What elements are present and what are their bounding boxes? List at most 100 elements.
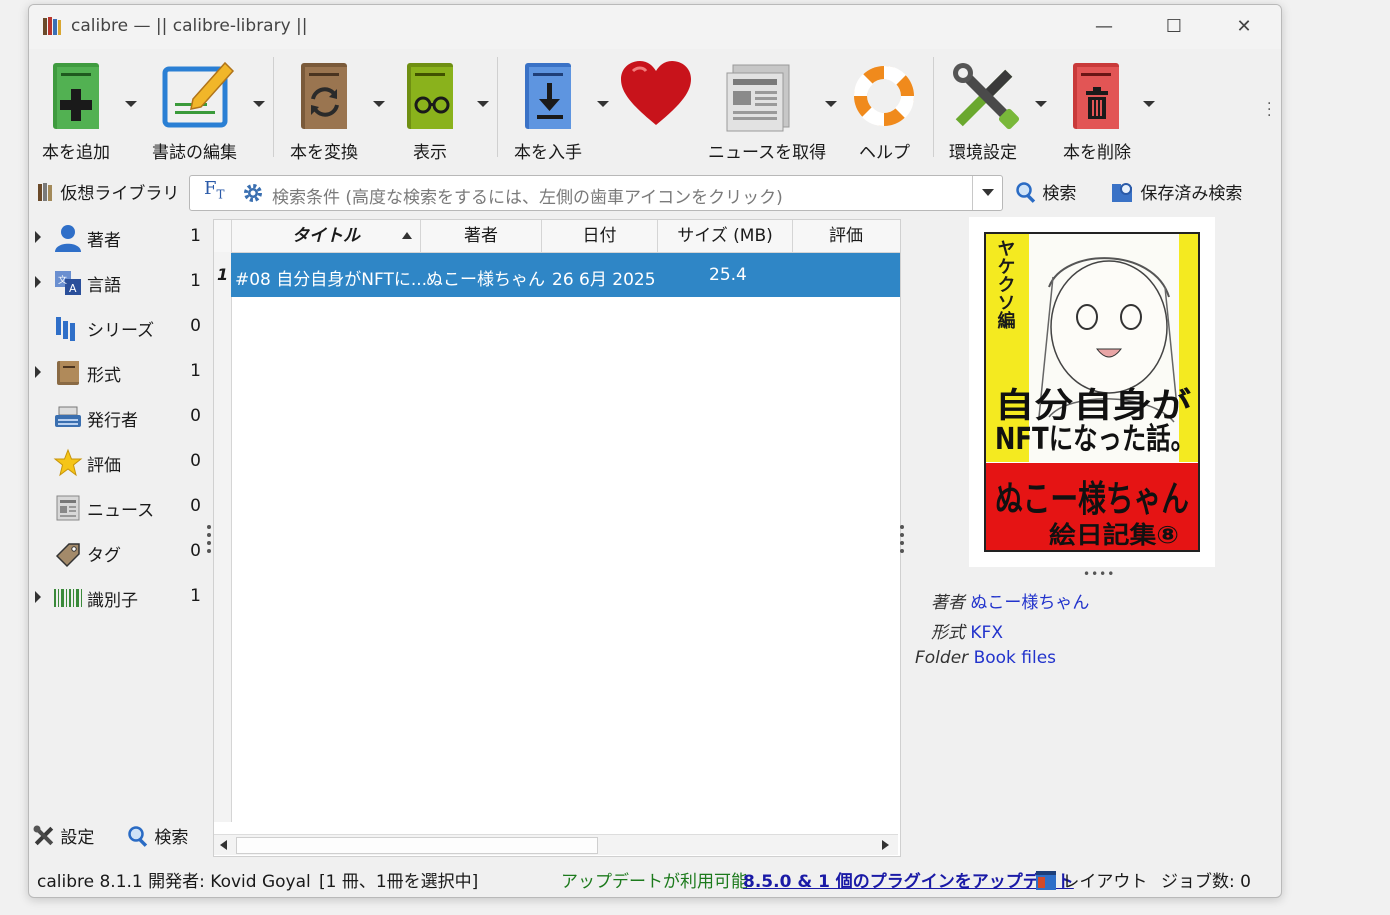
detail-folder-link[interactable]: Book files xyxy=(974,648,1056,668)
calibre-window: calibre — || calibre-library || — ☐ ✕ 本を… xyxy=(28,4,1282,898)
convert-menu-arrow[interactable] xyxy=(373,101,385,107)
column-header-author[interactable]: 著者 xyxy=(421,220,542,252)
help-button[interactable]: ヘルプ xyxy=(843,55,927,165)
table-row[interactable]: #08 自分自身がNFTに... ぬこー様ちゃん 26 6月 2025 25.4 xyxy=(231,253,900,297)
tag-item-news[interactable]: ニュース 0 xyxy=(29,487,207,527)
tag-item-identifiers[interactable]: 識別子 1 xyxy=(29,577,207,617)
status-update-link[interactable]: 8.5.0 & 1 個のプラグインをアップデート xyxy=(743,867,1074,892)
edit-metadata-label: 書誌の編集 xyxy=(152,143,237,163)
saved-searches-button[interactable]: 保存済み検索 xyxy=(1111,179,1242,204)
right-splitter-handle[interactable] xyxy=(900,525,904,557)
tools-icon xyxy=(33,825,54,846)
series-icon xyxy=(56,317,75,341)
detail-author-row: 著者 ぬこー様ちゃん xyxy=(931,588,1089,613)
add-book-icon xyxy=(53,63,99,129)
remove-book-label: 本を削除 xyxy=(1063,143,1131,163)
tag-item-rating[interactable]: 評価 0 xyxy=(29,442,207,482)
tag-icon xyxy=(55,543,80,568)
saved-searches-label: 保存済み検索 xyxy=(1140,184,1243,204)
virtual-library-button[interactable]: 仮想ライブラリ xyxy=(37,179,179,204)
maximize-button[interactable]: ☐ xyxy=(1151,13,1197,41)
toolbar-separator xyxy=(933,57,934,157)
sort-ascending-icon xyxy=(402,232,412,239)
search-button[interactable]: 検索 xyxy=(1015,179,1076,204)
view-menu-arrow[interactable] xyxy=(477,101,489,107)
column-header-size[interactable]: サイズ (MB) xyxy=(658,220,793,252)
preferences-button[interactable]: 環境設定 xyxy=(943,55,1029,165)
scroll-right-icon[interactable] xyxy=(882,840,889,850)
cell-size: 25.4 xyxy=(709,265,747,285)
search-placeholder: 検索条件 (高度な検索をするには、左側の歯車アイコンをクリック) xyxy=(272,188,783,208)
tag-item-count: 0 xyxy=(190,316,201,336)
expand-arrow-icon[interactable] xyxy=(35,231,41,243)
view-book-label: 表示 xyxy=(413,143,447,163)
tag-item-languages[interactable]: A 文 言語 1 xyxy=(29,262,207,302)
edit-metadata-button[interactable]: 書誌の編集 xyxy=(147,55,247,165)
column-header-title[interactable]: タイトル xyxy=(232,220,421,252)
remove-book-button[interactable]: 本を削除 xyxy=(1055,55,1139,165)
tag-item-series[interactable]: シリーズ 0 xyxy=(29,307,207,347)
remove-book-menu-arrow[interactable] xyxy=(1143,101,1155,107)
convert-book-label: 本を変換 xyxy=(290,143,358,163)
book-list: タイトル 著者 日付 サイズ (MB) 評価 1 #08 自分自身がNFTに..… xyxy=(213,219,901,857)
tag-item-tags[interactable]: タグ 0 xyxy=(29,532,207,572)
tag-item-formats[interactable]: 形式 1 xyxy=(29,352,207,392)
book-cover[interactable]: ヤケクソ編 自分自身が NFTになった話。 ぬこー様ちゃん 絵日記集⑧ xyxy=(969,217,1215,567)
scroll-left-icon[interactable] xyxy=(220,840,227,850)
tag-item-label: ニュース xyxy=(87,501,155,521)
cover-title-line2: NFTになった話。 xyxy=(995,422,1195,457)
column-header-date[interactable]: 日付 xyxy=(542,220,658,252)
close-button[interactable]: ✕ xyxy=(1221,13,1267,41)
horizontal-scrollbar[interactable] xyxy=(214,834,898,855)
column-header-label: 評価 xyxy=(829,226,863,246)
donate-button[interactable] xyxy=(617,55,693,135)
tag-item-publishers[interactable]: 発行者 0 xyxy=(29,397,207,437)
column-header-rating[interactable]: 評価 xyxy=(793,220,899,252)
layout-button[interactable]: レイアウト xyxy=(1035,867,1147,892)
layout-icon xyxy=(1036,871,1056,890)
search-dropdown-button[interactable] xyxy=(972,176,1003,210)
configure-label: 設定 xyxy=(60,828,95,848)
add-book-button[interactable]: 本を追加 xyxy=(35,55,119,165)
fetch-news-button[interactable]: ニュースを取得 xyxy=(705,55,826,165)
view-book-button[interactable]: 表示 xyxy=(395,55,467,165)
configure-tag-browser-button[interactable]: 設定 xyxy=(33,823,94,848)
edit-metadata-menu-arrow[interactable] xyxy=(253,101,265,107)
svg-text:文: 文 xyxy=(58,274,67,286)
detail-author-link[interactable]: ぬこー様ちゃん xyxy=(970,593,1089,613)
virtual-library-icon xyxy=(38,183,52,201)
toolbar-separator xyxy=(497,57,498,157)
barcode-icon xyxy=(54,589,82,607)
row-number-header xyxy=(214,220,232,252)
expand-arrow-icon[interactable] xyxy=(35,276,41,288)
minimize-button[interactable]: — xyxy=(1081,13,1127,41)
add-book-menu-arrow[interactable] xyxy=(125,101,137,107)
help-lifebuoy-icon xyxy=(853,65,915,127)
get-books-menu-arrow[interactable] xyxy=(597,101,609,107)
preferences-menu-arrow[interactable] xyxy=(1035,101,1047,107)
book-list-header: タイトル 著者 日付 サイズ (MB) 評価 xyxy=(214,220,900,253)
get-books-icon xyxy=(525,63,571,129)
find-in-tag-browser-button[interactable]: 検索 xyxy=(127,823,188,848)
toolbar-separator xyxy=(273,57,274,157)
tag-item-label: 評価 xyxy=(87,456,121,476)
tag-item-authors[interactable]: 著者 1 xyxy=(29,217,207,257)
tag-item-count: 0 xyxy=(190,541,201,561)
tag-item-count: 0 xyxy=(190,496,201,516)
get-books-button[interactable]: 本を入手 xyxy=(507,55,597,165)
expand-arrow-icon[interactable] xyxy=(35,366,41,378)
fetch-news-label: ニュースを取得 xyxy=(708,143,827,163)
jobs-indicator[interactable]: ジョブ数: 0 xyxy=(1161,867,1251,892)
scrollbar-thumb[interactable] xyxy=(236,837,598,854)
convert-book-icon xyxy=(301,63,347,129)
search-history-icon[interactable]: FT xyxy=(204,178,225,202)
expand-arrow-icon[interactable] xyxy=(35,591,41,603)
left-splitter-handle[interactable] xyxy=(207,525,211,557)
convert-book-button[interactable]: 本を変換 xyxy=(283,55,367,165)
search-input[interactable]: FT 検索条件 (高度な検索をするには、左側の歯車アイコンをクリック) xyxy=(189,175,1003,211)
toolbar-overflow-icon[interactable]: · · · xyxy=(1267,97,1271,123)
gear-icon[interactable] xyxy=(242,182,264,204)
detail-format-link[interactable]: KFX xyxy=(970,623,1003,643)
news-menu-arrow[interactable] xyxy=(825,101,837,107)
tag-item-count: 1 xyxy=(190,271,201,291)
